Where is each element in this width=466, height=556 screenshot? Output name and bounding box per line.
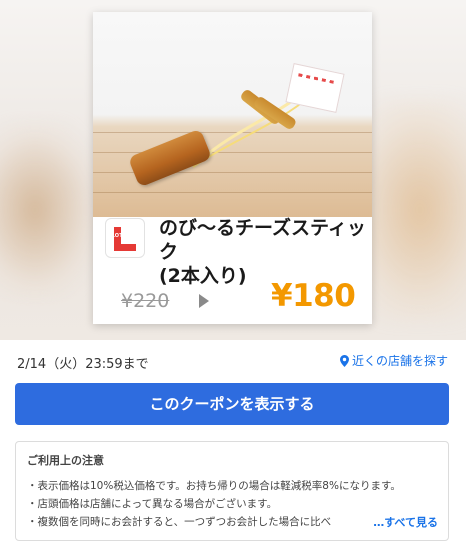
- usage-note-item: ・表示価格は10%税込価格です。お持ち帰りの場合は軽減税率8%になります。: [27, 480, 401, 492]
- find-nearby-stores-link[interactable]: 近くの店舗を探す: [339, 352, 448, 369]
- usage-notes-title: ご利用上の注意: [27, 454, 104, 467]
- see-all-link[interactable]: …すべて見る: [349, 514, 438, 530]
- coupon-hero: LOTTERIA のび〜るチーズスティック (2本入り) ¥220 ¥180: [0, 0, 466, 340]
- discount-price: ¥180: [271, 278, 356, 314]
- brand-logo-text: LOTTERIA: [111, 233, 141, 239]
- product-name-line1: のび〜るチーズスティック: [159, 217, 366, 263]
- logo-l-icon: [114, 227, 136, 251]
- expiry-date: 2/14（火）23:59まで: [17, 357, 149, 372]
- brand-logo: LOTTERIA: [105, 218, 145, 258]
- usage-note-item: ・複数個を同時にお会計すると、一つずつお会計した場合に比べ: [27, 516, 332, 528]
- background-blur-left: [0, 120, 100, 300]
- coupon-card: LOTTERIA のび〜るチーズスティック (2本入り) ¥220 ¥180: [93, 12, 372, 324]
- find-nearby-stores-label: 近くの店舗を探す: [351, 354, 448, 368]
- product-photo: [93, 12, 372, 217]
- usage-notes-box: ご利用上の注意 ・表示価格は10%税込価格です。お持ち帰りの場合は軽減税率8%に…: [15, 441, 449, 541]
- show-coupon-button[interactable]: このクーポンを表示する: [15, 383, 449, 425]
- original-price: ¥220: [121, 290, 170, 312]
- location-pin-icon: [339, 354, 349, 367]
- arrow-right-icon: [199, 294, 209, 308]
- usage-note-item: ・店頭価格は店舗によって異なる場合がございます。: [27, 498, 278, 510]
- cheese-stretch-icon: [192, 95, 304, 168]
